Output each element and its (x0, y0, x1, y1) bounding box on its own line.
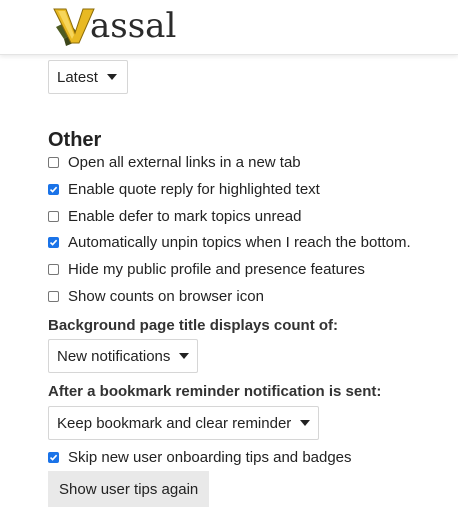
title-count-select-value: New notifications (57, 347, 171, 365)
title-count-select[interactable]: New notifications (48, 339, 199, 373)
other-option-row[interactable]: Show counts on browser icon (48, 288, 264, 305)
other-option-row[interactable]: Enable defer to mark topics unread (48, 208, 301, 225)
other-option-label: Hide my public profile and presence feat… (68, 261, 365, 278)
skip-onboarding-label: Skip new user onboarding tips and badges (68, 449, 352, 466)
section-title-other: Other (48, 129, 102, 151)
show-user-tips-button[interactable]: Show user tips again (48, 471, 210, 507)
skip-onboarding-checkbox-row[interactable]: Skip new user onboarding tips and badges (48, 449, 352, 466)
other-option-label: Automatically unpin topics when I reach … (68, 234, 411, 251)
bookmark-reminder-label: After a bookmark reminder notification i… (48, 383, 382, 400)
bookmark-reminder-select[interactable]: Keep bookmark and clear reminder (48, 406, 320, 440)
other-option-checkbox[interactable] (48, 237, 59, 248)
other-option-label: Enable quote reply for highlighted text (68, 181, 320, 198)
other-option-label: Open all external links in a new tab (68, 154, 301, 171)
theme-select-value: Latest (57, 68, 98, 86)
other-option-row[interactable]: Automatically unpin topics when I reach … (48, 234, 411, 251)
theme-select[interactable]: Latest (48, 60, 128, 94)
caret-down-icon (106, 74, 117, 80)
caret-down-icon (300, 420, 311, 426)
other-option-checkbox[interactable] (48, 211, 59, 222)
bookmark-reminder-select-value: Keep bookmark and clear reminder (57, 414, 292, 432)
other-option-checkbox[interactable] (48, 184, 59, 195)
other-option-checkbox[interactable] (48, 291, 59, 302)
other-option-checkbox[interactable] (48, 157, 59, 168)
title-count-label: Background page title displays count of: (48, 317, 339, 334)
other-option-row[interactable]: Enable quote reply for highlighted text (48, 181, 320, 198)
other-option-row[interactable]: Open all external links in a new tab (48, 154, 301, 171)
other-option-checkbox[interactable] (48, 264, 59, 275)
caret-down-icon (179, 353, 190, 359)
logo-wordmark: assal (90, 6, 177, 46)
vassal-logo[interactable]: assal (52, 4, 176, 48)
other-option-row[interactable]: Hide my public profile and presence feat… (48, 261, 365, 278)
site-header: assal (0, 0, 458, 55)
other-option-label: Enable defer to mark topics unread (68, 208, 302, 225)
skip-onboarding-checkbox[interactable] (48, 452, 59, 463)
other-option-label: Show counts on browser icon (68, 288, 264, 305)
